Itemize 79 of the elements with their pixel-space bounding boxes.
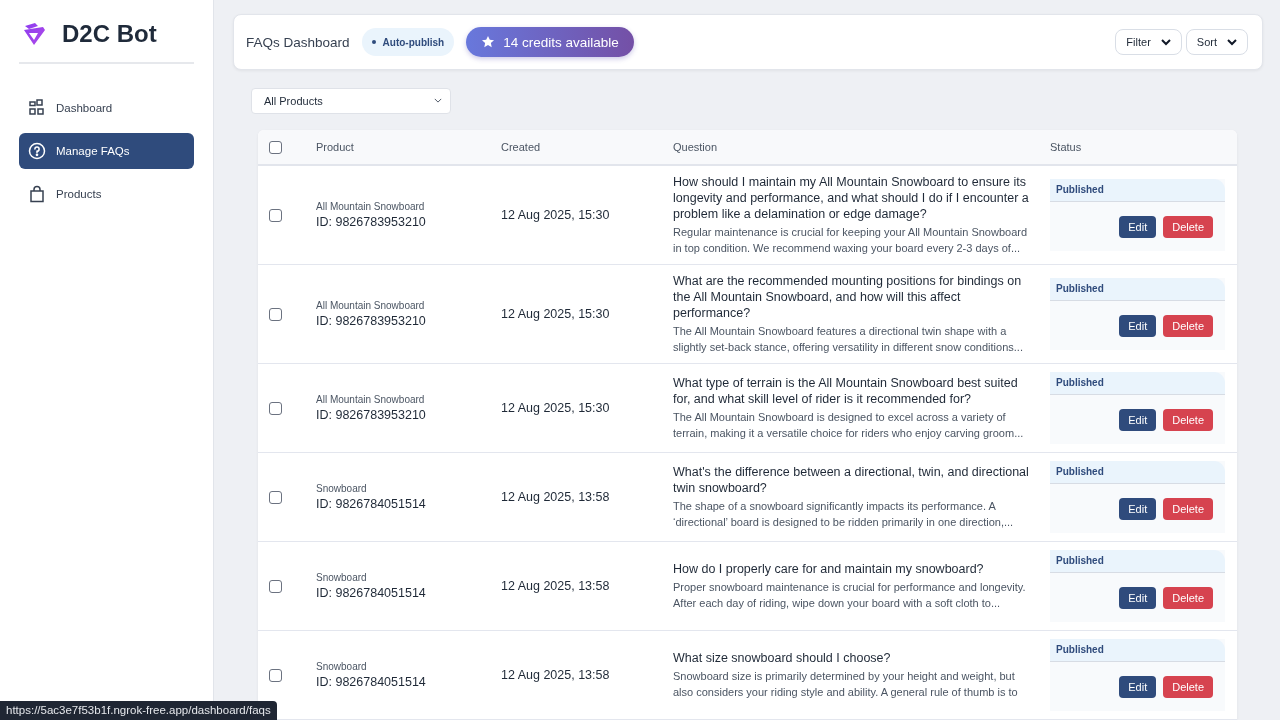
product-id: ID: 9826783953210 [316, 408, 427, 422]
chevron-down-icon [1160, 38, 1171, 46]
row-checkbox[interactable] [269, 307, 282, 321]
status-badge: Published [1050, 550, 1225, 573]
sidebar-item[interactable]: Dashboard [19, 90, 194, 126]
sidebar-item[interactable]: Products [19, 176, 194, 212]
delete-button[interactable]: Delete [1163, 498, 1213, 520]
row-checkbox[interactable] [269, 208, 282, 222]
logo-icon [22, 22, 46, 46]
question-text: What's the difference between a directional, twin, and directional twin snowboard? [673, 464, 1030, 496]
product-name: All Mountain Snowboard [316, 394, 426, 405]
column-header: Product [316, 141, 355, 153]
edit-button[interactable]: Edit [1119, 409, 1157, 431]
status-badge: Published [1050, 278, 1225, 301]
edit-button[interactable]: Edit [1119, 498, 1157, 520]
row-checkbox[interactable] [269, 401, 282, 415]
product-id: ID: 9826784051514 [316, 586, 427, 600]
answer-preview: The shape of a snowboard significantly impacts its performance. A ‘directional’ board is designed to be ridden primarily in one direction,... [673, 499, 1015, 530]
question-text: What type of terrain is the All Mountain Snowboard best suited for, and what skill level of rider is it recommended for? [673, 375, 1019, 407]
status-badge: Published [1050, 461, 1225, 484]
edit-button[interactable]: Edit [1119, 587, 1157, 609]
product-id: ID: 9826783953210 [316, 215, 427, 229]
delete-button[interactable]: Delete [1163, 409, 1213, 431]
filter-button[interactable]: Filter [1115, 29, 1182, 55]
row-checkbox[interactable] [269, 490, 282, 504]
sort-button[interactable]: Sort [1185, 29, 1248, 55]
dot-icon [371, 40, 376, 44]
product-id: ID: 9826784051514 [316, 497, 427, 511]
answer-preview: Snowboard size is primarily determined by your height and weight, but also considers your riding style and ability. A general rule of thumb is to [673, 669, 1019, 700]
question-text: How do I properly care for and maintain my snowboard? [673, 561, 985, 577]
star-icon [481, 35, 496, 49]
answer-preview: Proper snowboard maintenance is crucial for performance and longevity. After each day of riding, wipe down your board with a soft cloth to... [673, 580, 1027, 611]
column-header: Created [501, 141, 542, 153]
sidebar-item[interactable]: Manage FAQs [19, 133, 194, 169]
delete-button[interactable]: Delete [1163, 315, 1213, 337]
column-header: Question [673, 141, 719, 153]
status-badge: Published [1050, 639, 1225, 662]
delete-button[interactable]: Delete [1163, 216, 1213, 238]
chevron-down-icon [1227, 38, 1237, 46]
question-text: What size snowboard should I choose? [673, 650, 892, 666]
help-circle-icon [28, 142, 46, 160]
answer-preview: The All Mountain Snowboard features a directional twin shape with a slightly set-back stance, offering versatility in different snow conditions... [673, 324, 1024, 355]
row-checkbox[interactable] [269, 579, 282, 593]
product-name: All Mountain Snowboard [316, 201, 426, 212]
shopping-bag-icon [28, 185, 46, 203]
product-name: All Mountain Snowboard [316, 300, 426, 311]
created-date: 12 Aug 2025, 15:30 [501, 208, 611, 222]
answer-preview: Regular maintenance is crucial for keeping your All Mountain Snowboard in top condition. We recommend waxing your board every 2-3 days of... [673, 225, 1029, 256]
product-id: ID: 9826784051514 [316, 675, 427, 689]
created-date: 12 Aug 2025, 13:58 [501, 668, 611, 682]
brand-name: D2C Bot [62, 20, 157, 48]
question-text: What are the recommended mounting positions for bindings on the All Mountain Snowboard, and how will this affect performance? [673, 273, 1023, 321]
chevron-down-icon [434, 98, 442, 103]
edit-button[interactable]: Edit [1119, 676, 1157, 698]
created-date: 12 Aug 2025, 13:58 [501, 579, 611, 593]
column-header: Status [1050, 141, 1083, 153]
delete-button[interactable]: Delete [1163, 587, 1213, 609]
grid-icon [28, 99, 46, 117]
edit-button[interactable]: Edit [1119, 315, 1157, 337]
link-status-bar: https://5ac3e7f53b1f.ngrok-free.app/dashboard/faqs [0, 701, 277, 720]
page-title: FAQs Dashboard [246, 34, 350, 50]
status-badge: Published [1050, 179, 1225, 202]
product-id: ID: 9826783953210 [316, 314, 427, 328]
select-all-checkbox[interactable] [269, 140, 282, 154]
badge-label: Auto-publish [382, 36, 445, 48]
product-name: Snowboard [316, 661, 368, 672]
answer-preview: The All Mountain Snowboard is designed to excel across a variety of terrain, making it a versatile choice for riders who enjoy carving groom... [673, 410, 1025, 441]
credits-label: 14 credits available [503, 34, 619, 50]
delete-button[interactable]: Delete [1163, 676, 1213, 698]
created-date: 12 Aug 2025, 13:58 [501, 490, 611, 504]
product-name: Snowboard [316, 572, 368, 583]
status-badge: Published [1050, 372, 1225, 395]
created-date: 12 Aug 2025, 15:30 [501, 401, 611, 415]
row-checkbox[interactable] [269, 668, 282, 682]
edit-button[interactable]: Edit [1119, 216, 1157, 238]
product-select[interactable]: All Products [251, 88, 451, 114]
created-date: 12 Aug 2025, 15:30 [501, 307, 611, 321]
question-text: How should I maintain my All Mountain Snowboard to ensure its longevity and performance, and what should I do if I encounter a problem like a delamination or edge damage? [673, 174, 1030, 222]
product-name: Snowboard [316, 483, 368, 494]
